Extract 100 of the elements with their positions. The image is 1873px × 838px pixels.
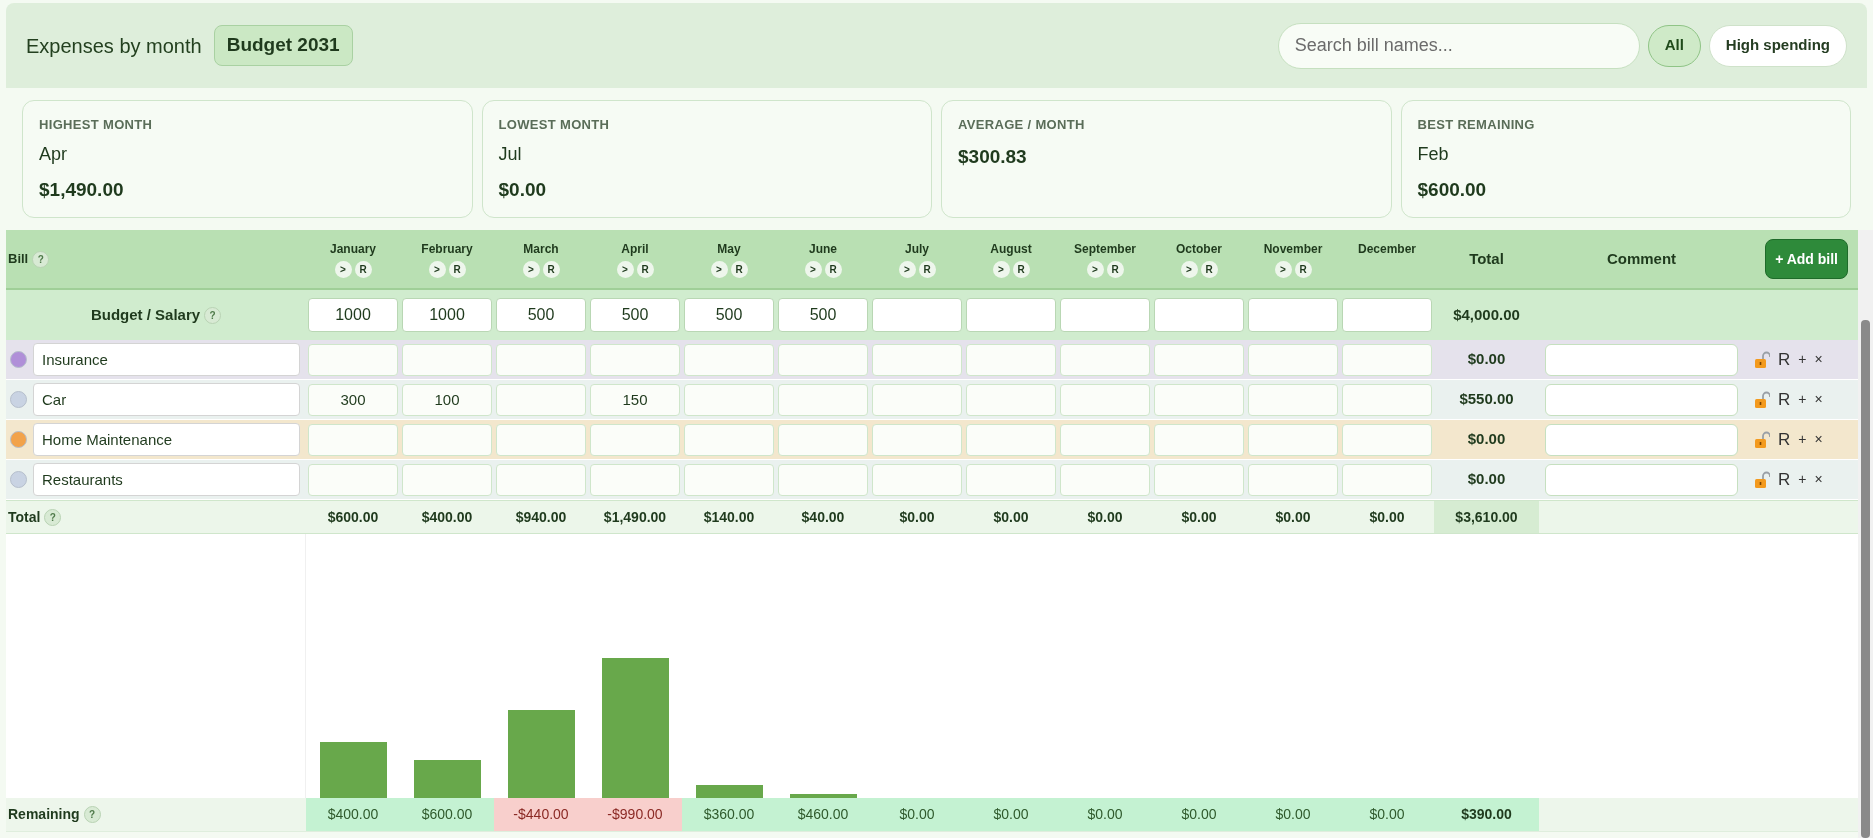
amount-input[interactable]: [402, 423, 492, 456]
month-action-button[interactable]: >: [1086, 261, 1104, 278]
amount-input[interactable]: [1060, 343, 1150, 376]
row-action-button[interactable]: R: [1778, 426, 1791, 453]
month-action-button[interactable]: >: [992, 261, 1010, 278]
amount-input[interactable]: [308, 343, 398, 376]
comment-input[interactable]: [1545, 423, 1738, 456]
month-action-button[interactable]: R: [918, 261, 936, 278]
month-action-button[interactable]: R: [354, 261, 372, 278]
amount-input[interactable]: [1154, 463, 1244, 496]
month-action-button[interactable]: R: [1106, 261, 1124, 278]
budget-input[interactable]: 500: [778, 298, 868, 332]
month-action-button[interactable]: >: [898, 261, 916, 278]
amount-input[interactable]: [1248, 423, 1338, 456]
amount-input[interactable]: [496, 423, 586, 456]
month-action-button[interactable]: >: [1180, 261, 1198, 278]
row-action-button[interactable]: +: [1798, 429, 1807, 450]
search-field[interactable]: Search bill names...: [1277, 22, 1640, 69]
amount-input[interactable]: [496, 343, 586, 376]
amount-input[interactable]: [684, 343, 774, 376]
budget-input[interactable]: [1154, 298, 1244, 332]
month-action-button[interactable]: R: [542, 261, 560, 278]
amount-input[interactable]: [966, 423, 1056, 456]
amount-input[interactable]: [872, 343, 962, 376]
row-action-button[interactable]: R: [1778, 386, 1791, 413]
row-action-button[interactable]: R: [1778, 346, 1791, 373]
amount-input[interactable]: [684, 423, 774, 456]
bill-name-input[interactable]: Restaurants: [33, 463, 300, 496]
padlock-icon[interactable]: [1754, 470, 1770, 489]
amount-input[interactable]: [590, 343, 680, 376]
row-action-button[interactable]: +: [1798, 349, 1807, 370]
amount-input[interactable]: [1154, 343, 1244, 376]
row-action-button[interactable]: +: [1798, 469, 1807, 490]
amount-input[interactable]: 300: [308, 383, 398, 416]
padlock-icon[interactable]: [1754, 390, 1770, 409]
month-action-button[interactable]: R: [1294, 261, 1312, 278]
row-action-button[interactable]: ×: [1814, 429, 1823, 450]
row-action-button[interactable]: ×: [1814, 469, 1823, 490]
month-action-button[interactable]: R: [1012, 261, 1030, 278]
amount-input[interactable]: [1248, 383, 1338, 416]
scrollbar[interactable]: [1858, 230, 1873, 838]
budget-input[interactable]: [1342, 298, 1432, 332]
amount-input[interactable]: [1154, 383, 1244, 416]
month-action-button[interactable]: R: [448, 261, 466, 278]
row-action-button[interactable]: +: [1798, 389, 1807, 410]
month-action-button[interactable]: R: [1200, 261, 1218, 278]
amount-input[interactable]: [590, 463, 680, 496]
row-action-button[interactable]: ×: [1814, 349, 1823, 370]
amount-input[interactable]: [1342, 463, 1432, 496]
amount-input[interactable]: [966, 383, 1056, 416]
budget-input[interactable]: 500: [590, 298, 680, 332]
budget-input[interactable]: 500: [684, 298, 774, 332]
month-action-button[interactable]: R: [636, 261, 654, 278]
amount-input[interactable]: 100: [402, 383, 492, 416]
month-action-button[interactable]: >: [334, 261, 352, 278]
amount-input[interactable]: [966, 463, 1056, 496]
help-icon[interactable]: ?: [83, 806, 101, 823]
amount-input[interactable]: [778, 343, 868, 376]
amount-input[interactable]: [872, 383, 962, 416]
month-action-button[interactable]: >: [804, 261, 822, 278]
amount-input[interactable]: 150: [590, 383, 680, 416]
add-bill-button[interactable]: + Add bill: [1765, 239, 1848, 279]
amount-input[interactable]: [1248, 463, 1338, 496]
padlock-icon[interactable]: [1754, 430, 1770, 449]
amount-input[interactable]: [1060, 383, 1150, 416]
row-action-button[interactable]: R: [1778, 466, 1791, 493]
amount-input[interactable]: [1342, 343, 1432, 376]
budget-input[interactable]: [1060, 298, 1150, 332]
amount-input[interactable]: [966, 343, 1056, 376]
filter-toggle[interactable]: All: [1647, 24, 1701, 67]
amount-input[interactable]: [872, 423, 962, 456]
bill-name-input[interactable]: Car: [33, 383, 300, 416]
budget-input[interactable]: [872, 298, 962, 332]
comment-input[interactable]: [1545, 463, 1738, 496]
amount-input[interactable]: [778, 463, 868, 496]
amount-input[interactable]: [402, 343, 492, 376]
amount-input[interactable]: [1342, 383, 1432, 416]
amount-input[interactable]: [1342, 423, 1432, 456]
month-action-button[interactable]: >: [428, 261, 446, 278]
amount-input[interactable]: [1154, 423, 1244, 456]
amount-input[interactable]: [590, 423, 680, 456]
amount-input[interactable]: [778, 383, 868, 416]
comment-input[interactable]: [1545, 343, 1738, 376]
padlock-icon[interactable]: [1754, 350, 1770, 369]
bill-name-input[interactable]: Insurance: [33, 343, 300, 376]
budget-input[interactable]: 1000: [402, 298, 492, 332]
budget-input[interactable]: 500: [496, 298, 586, 332]
budget-input[interactable]: 1000: [308, 298, 398, 332]
amount-input[interactable]: [496, 383, 586, 416]
filter-toggle[interactable]: High spending: [1708, 24, 1847, 67]
month-action-button[interactable]: >: [710, 261, 728, 278]
amount-input[interactable]: [308, 423, 398, 456]
month-action-button[interactable]: >: [522, 261, 540, 278]
amount-input[interactable]: [684, 383, 774, 416]
help-icon[interactable]: ?: [44, 508, 62, 526]
amount-input[interactable]: [496, 463, 586, 496]
help-icon[interactable]: ?: [204, 306, 222, 324]
amount-input[interactable]: [1060, 463, 1150, 496]
budget-input[interactable]: [1248, 298, 1338, 332]
amount-input[interactable]: [872, 463, 962, 496]
